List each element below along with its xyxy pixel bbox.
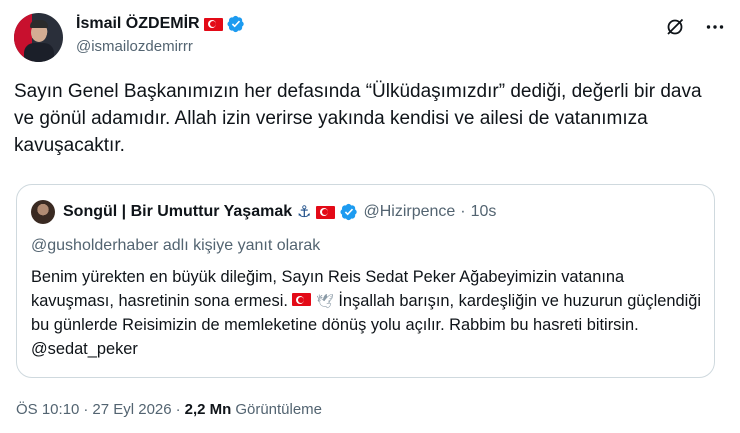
tweet-body-text: Sayın Genel Başkanımızın her defasında “… [14, 81, 702, 156]
turkey-flag-icon [203, 17, 223, 31]
tweet-time[interactable]: ÖS 10:10 [16, 401, 79, 418]
verified-badge-icon[interactable] [227, 15, 245, 33]
quoted-tweet-time: 10s [470, 203, 497, 220]
grok-icon[interactable] [664, 16, 686, 38]
separator-dot: · [175, 401, 181, 418]
turkey-flag-icon [316, 205, 336, 219]
quoted-tweet-header: Songül | Bir Umuttur Yaşamak ⚓ @Hizirpen… [31, 200, 496, 224]
quoted-author-name: Songül | Bir Umuttur Yaşamak [63, 203, 293, 220]
turkey-flag-icon [292, 293, 312, 306]
quoted-tweet-text: Benim yürekten en büyük dileğim, Sayın R… [31, 265, 706, 361]
reply-context: @gusholderhaber adlı kişiye yanıt olarak [31, 237, 321, 254]
author-avatar[interactable] [14, 13, 63, 62]
author-name[interactable]: İsmail ÖZDEMİR [76, 15, 200, 33]
separator-dot: · [460, 203, 466, 220]
separator-dot: · [83, 401, 89, 418]
view-count: 2,2 Mn [184, 401, 232, 418]
tweet-header: İsmail ÖZDEMİR @ismailozdemirrr [14, 8, 726, 68]
author-name-row: İsmail ÖZDEMİR [76, 15, 245, 33]
dove-icon: 🕊 [316, 293, 334, 309]
tweet-actions [664, 16, 726, 38]
quoted-author-avatar [31, 200, 55, 224]
tweet-meta: ÖS 10:10 · 27 Eyl 2026 · 2,2 Mn Görüntül… [16, 401, 322, 418]
view-count-label: Görüntüleme [235, 401, 323, 418]
anchor-icon: ⚓ [297, 204, 312, 221]
author-handle[interactable]: @ismailozdemirrr [76, 38, 193, 55]
quoted-tweet[interactable]: Songül | Bir Umuttur Yaşamak ⚓ @Hizirpen… [16, 184, 715, 378]
more-icon[interactable] [704, 16, 726, 38]
tweet-date[interactable]: 27 Eyl 2026 [92, 401, 171, 418]
quoted-author-handle: @Hizirpence [363, 203, 456, 220]
verified-badge-icon [340, 203, 358, 221]
